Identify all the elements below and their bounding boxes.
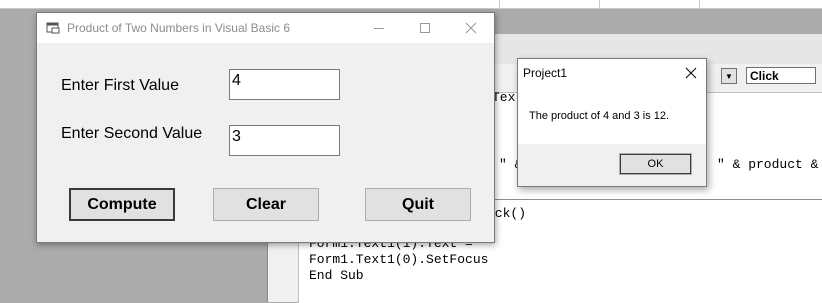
clear-button[interactable]: Clear	[213, 188, 319, 221]
form-titlebar[interactable]: Product of Two Numbers in Visual Basic 6	[37, 13, 494, 43]
close-button[interactable]	[448, 13, 494, 43]
form-title: Product of Two Numbers in Visual Basic 6	[67, 21, 290, 35]
first-value-label: Enter First Value	[61, 77, 179, 94]
ide-top-toolbar	[0, 0, 822, 9]
object-combo-dropdown[interactable]: ▼	[721, 68, 737, 84]
compute-button[interactable]: Compute	[69, 188, 175, 221]
second-value-label: Enter Second Value	[61, 125, 203, 142]
close-icon	[465, 22, 477, 34]
maximize-icon	[420, 23, 430, 33]
code-line: Form1.Text1(0).SetFocus	[309, 252, 489, 267]
chevron-down-icon: ▼	[725, 72, 733, 81]
close-icon	[685, 67, 697, 79]
code-line: " & product &	[717, 157, 819, 172]
minimize-icon	[374, 28, 384, 29]
toolbar-separator	[499, 0, 500, 8]
ok-button[interactable]: OK	[619, 153, 692, 175]
toolbar-separator	[599, 0, 600, 8]
quit-button[interactable]: Quit	[365, 188, 471, 221]
message-text: The product of 4 and 3 is 12.	[529, 110, 670, 122]
code-line: Tex	[492, 90, 516, 105]
code-line: End Sub	[309, 268, 364, 283]
minimize-button[interactable]	[356, 13, 402, 43]
maximize-button[interactable]	[402, 13, 448, 43]
message-box-title: Project1	[523, 66, 568, 80]
message-box-close-button[interactable]	[676, 61, 706, 85]
message-box: Project1 The product of 4 and 3 is 12. O…	[517, 58, 707, 187]
toolbar-separator	[699, 0, 700, 8]
vb-form-icon	[46, 22, 60, 34]
procedure-combo[interactable]: Click	[746, 67, 816, 84]
product-form-window: Product of Two Numbers in Visual Basic 6…	[36, 12, 495, 243]
second-value-input[interactable]: 3	[229, 125, 340, 156]
first-value-input[interactable]: 4	[229, 69, 340, 100]
